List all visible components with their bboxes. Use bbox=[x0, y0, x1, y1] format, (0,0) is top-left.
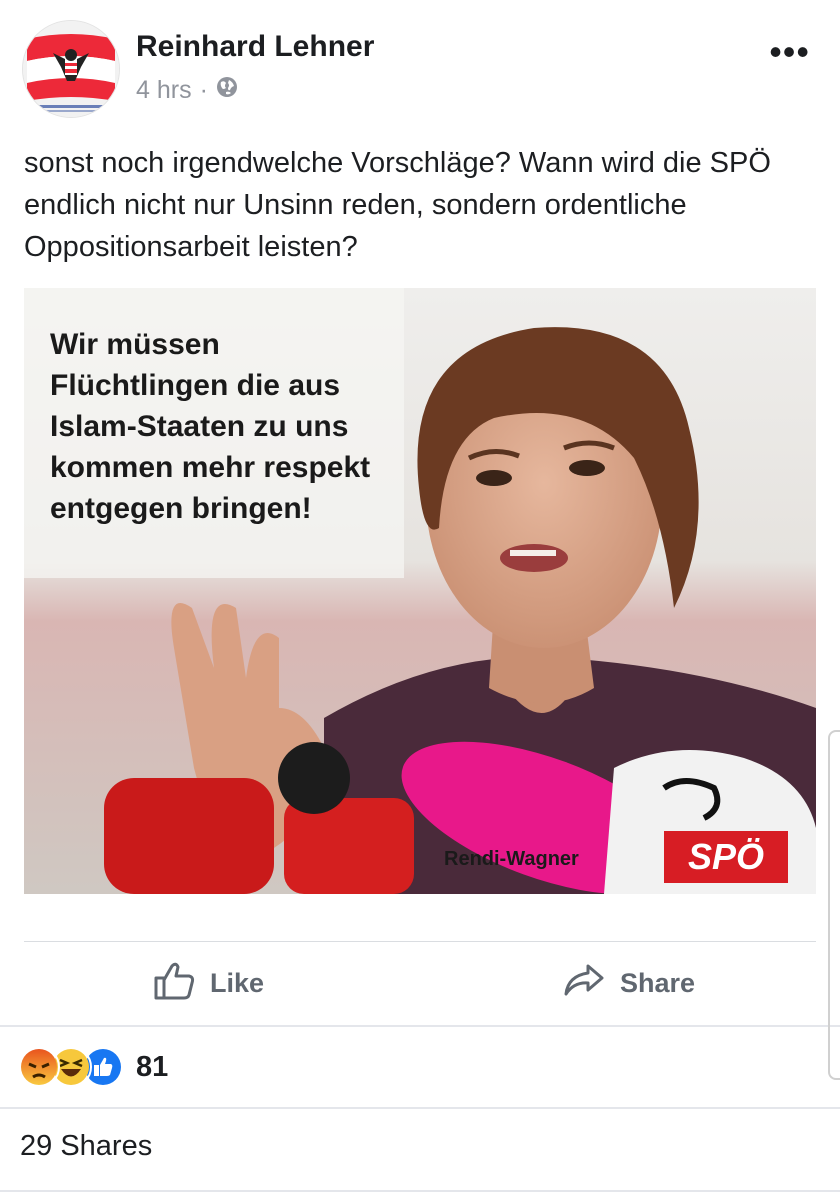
actions-top-divider bbox=[24, 941, 816, 942]
globe-icon bbox=[216, 76, 238, 105]
shares-top-divider bbox=[0, 1107, 840, 1109]
angry-reaction-icon bbox=[18, 1046, 60, 1088]
post-time[interactable]: 4 hrs bbox=[136, 76, 192, 105]
share-arrow-icon bbox=[562, 958, 606, 1009]
reaction-count: 81 bbox=[136, 1050, 169, 1083]
post-meta: 4 hrs · bbox=[136, 76, 238, 105]
spo-logo: SPÖ bbox=[664, 831, 788, 883]
like-label: Like bbox=[210, 968, 265, 998]
bottom-divider bbox=[0, 1190, 840, 1192]
like-button[interactable]: Like bbox=[152, 958, 264, 1009]
author-name[interactable]: Reinhard Lehner bbox=[136, 30, 374, 64]
share-label: Share bbox=[620, 968, 696, 998]
share-count[interactable]: 29 Shares bbox=[20, 1130, 152, 1163]
reactions-top-divider bbox=[0, 1025, 840, 1027]
post-image[interactable]: Wir müssen Flüchtlingen die aus Islam-St… bbox=[24, 288, 816, 894]
post-text: sonst noch irgendwelche Vorschläge? Wann… bbox=[24, 147, 771, 263]
post-header: Reinhard Lehner 4 hrs · ••• bbox=[0, 0, 840, 130]
share-button[interactable]: Share bbox=[562, 958, 695, 1009]
scrollbar[interactable] bbox=[828, 730, 840, 1080]
more-options-button[interactable]: ••• bbox=[769, 34, 810, 70]
thumbs-up-icon bbox=[152, 958, 196, 1009]
image-name-caption: Rendi-Wagner bbox=[444, 848, 579, 870]
image-quote-text: Wir müssen Flüchtlingen die aus Islam-St… bbox=[50, 328, 371, 525]
meta-separator: · bbox=[199, 76, 208, 104]
avatar-flag-image bbox=[23, 21, 119, 117]
reactions-summary[interactable]: 81 bbox=[18, 1045, 168, 1089]
avatar[interactable] bbox=[22, 20, 120, 118]
